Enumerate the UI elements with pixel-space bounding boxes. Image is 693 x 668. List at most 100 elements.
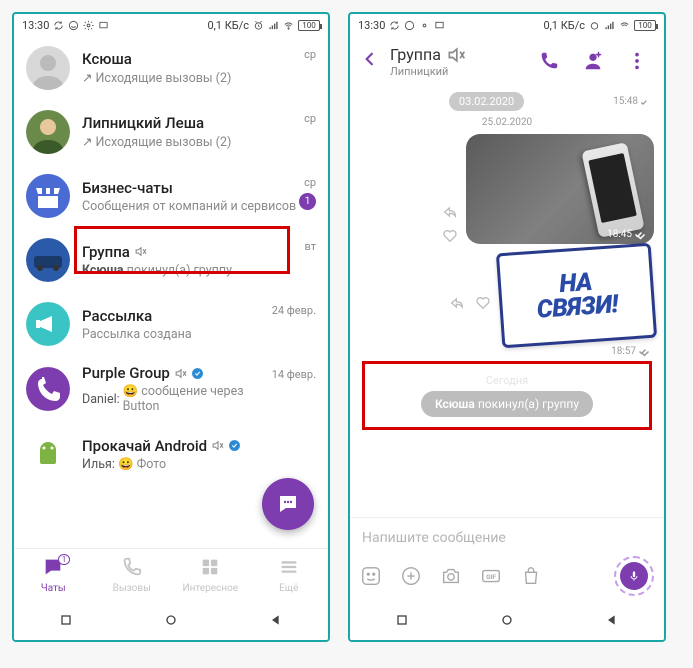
chat-subtitle: ↗ Исходящие вызовы (2) xyxy=(82,70,304,86)
chat-row[interactable]: Ксюша ↗ Исходящие вызовы (2)ср xyxy=(14,36,328,100)
chat-row[interactable]: Липницкий Леша ↗ Исходящие вызовы (2)ср xyxy=(14,100,328,164)
camera-icon[interactable] xyxy=(440,565,462,587)
avatar xyxy=(26,110,70,154)
status-time: 13:30 xyxy=(22,19,49,32)
avatar xyxy=(26,174,70,218)
new-chat-fab[interactable] xyxy=(262,478,314,530)
heart-icon[interactable] xyxy=(475,295,491,311)
gif-icon[interactable]: GIF xyxy=(480,565,502,587)
sync-icon xyxy=(53,20,64,31)
system-event-chip: Ксюша покинул(а) группу xyxy=(421,391,593,417)
svg-text:GIF: GIF xyxy=(486,573,496,581)
gear-icon xyxy=(419,20,430,31)
share-icon[interactable] xyxy=(442,204,458,220)
gear-icon xyxy=(83,20,94,31)
home-icon[interactable] xyxy=(499,612,515,628)
chat-title-block[interactable]: Группа Липницкий xyxy=(390,45,522,78)
tab-label: Интересное xyxy=(182,583,238,594)
plus-icon[interactable] xyxy=(400,565,422,587)
chat-row[interactable]: Рассылка Рассылка создана24 февр. xyxy=(14,292,328,356)
android-nav xyxy=(14,600,328,640)
chat-row[interactable]: Purple GroupDaniel: 😀 сообщение через Bu… xyxy=(14,356,328,422)
photo-message[interactable]: 18:45 xyxy=(360,134,654,244)
recent-icon[interactable] xyxy=(394,612,410,628)
whatsapp-icon xyxy=(404,20,415,31)
chat-time: ср xyxy=(304,112,316,125)
add-user-button[interactable] xyxy=(576,50,610,72)
chat-time: вт xyxy=(304,240,316,253)
chat-list[interactable]: Ксюша↗ Исходящие вызовы (2)срЛипницкий Л… xyxy=(14,36,328,548)
tab-Чаты[interactable]: 1Чаты xyxy=(14,549,93,600)
chat-title: Группа xyxy=(390,45,441,64)
sticker-bubble[interactable]: НАСВЯЗИ! xyxy=(496,243,657,349)
chat-subtitle: Рассылка создана xyxy=(82,327,272,342)
tab-label: Ещё xyxy=(279,583,298,594)
unread-badge: 1 xyxy=(299,193,316,210)
chat-body[interactable]: 03.02.2020 15:48 25.02.2020 18:45 xyxy=(350,86,664,517)
mic-button[interactable] xyxy=(614,556,654,596)
tab-Вызовы[interactable]: Вызовы xyxy=(93,549,172,600)
alarm-icon xyxy=(589,20,600,31)
recent-icon[interactable] xyxy=(58,612,74,628)
net-speed: 0,1 КБ/с xyxy=(543,19,585,32)
wifi-icon xyxy=(619,20,630,31)
chat-time: 24 февр. xyxy=(272,304,316,317)
chat-time: ср1 xyxy=(299,176,316,210)
tab-Ещё[interactable]: Ещё xyxy=(250,549,329,600)
chat-title: Ксюша xyxy=(82,50,132,68)
chat-title: Липницкий Леша xyxy=(82,114,204,132)
chat-row[interactable]: Прокачай AndroidИлья: 😀 Фото xyxy=(14,422,328,486)
highlight-box xyxy=(74,226,290,274)
signal-icon xyxy=(268,20,279,31)
chat-subtitle: Сообщения от компаний и сервисов xyxy=(82,199,299,214)
back-icon[interactable] xyxy=(604,612,620,628)
back-button[interactable] xyxy=(360,49,380,73)
avatar xyxy=(26,432,70,476)
smile-icon[interactable] xyxy=(360,565,382,587)
shop-icon[interactable] xyxy=(520,565,542,587)
more-button[interactable] xyxy=(620,50,654,72)
chat-subtitle: Липницкий xyxy=(390,65,522,78)
right-screen: 13:30 0,1 КБ/с 100 Группа Липницкий xyxy=(348,12,666,642)
highlight-event: Сегодня Ксюша покинул(а) группу xyxy=(362,361,652,430)
status-bar: 13:30 0,1 КБ/с 100 xyxy=(14,14,328,36)
photo-bubble[interactable]: 18:45 xyxy=(466,134,654,244)
wifi-icon xyxy=(283,20,294,31)
chat-subtitle: ↗ Исходящие вызовы (2) xyxy=(82,134,304,150)
speaker-off-icon xyxy=(211,439,224,452)
chat-time: ср xyxy=(304,48,316,61)
date-pill: 03.02.2020 xyxy=(449,92,524,111)
screen-icon xyxy=(98,20,109,31)
checks-icon xyxy=(638,345,650,357)
chat-title: Purple Group xyxy=(82,364,170,382)
compose-input[interactable]: Напишите сообщение xyxy=(360,526,654,556)
bottom-tabs: 1ЧатыВызовы Интересное Ещё xyxy=(14,548,328,600)
android-nav xyxy=(350,600,664,640)
date-divider: 25.02.2020 xyxy=(360,117,654,128)
sticker-message[interactable]: НАСВЯЗИ! 18:57 xyxy=(360,248,654,357)
left-screen: 13:30 0,1 КБ/с 100 Ксюша ↗ Исходящие вызо… xyxy=(12,12,330,642)
heart-icon[interactable] xyxy=(442,228,458,244)
photo-time: 18:45 xyxy=(607,229,632,240)
chat-title: Бизнес-чаты xyxy=(82,179,173,197)
call-button[interactable] xyxy=(532,50,566,72)
home-icon[interactable] xyxy=(163,612,179,628)
alarm-icon xyxy=(253,20,264,31)
back-icon[interactable] xyxy=(268,612,284,628)
share-icon[interactable] xyxy=(449,295,465,311)
tab-label: Чаты xyxy=(41,583,66,594)
speaker-off-icon xyxy=(446,45,466,65)
avatar xyxy=(26,238,70,282)
status-bar: 13:30 0,1 КБ/с 100 xyxy=(350,14,664,36)
checks-icon xyxy=(634,228,646,240)
chat-row[interactable]: Бизнес-чаты Сообщения от компаний и серви… xyxy=(14,164,328,228)
whatsapp-icon xyxy=(68,20,79,31)
chat-time: 14 февр. xyxy=(272,368,316,381)
tab-Интересное[interactable]: Интересное xyxy=(171,549,250,600)
avatar xyxy=(26,367,70,411)
chat-title: Рассылка xyxy=(82,307,152,325)
avatar xyxy=(26,46,70,90)
battery-icon: 100 xyxy=(634,20,656,31)
composer: Напишите сообщение GIF xyxy=(350,517,664,600)
screen-icon xyxy=(434,20,445,31)
